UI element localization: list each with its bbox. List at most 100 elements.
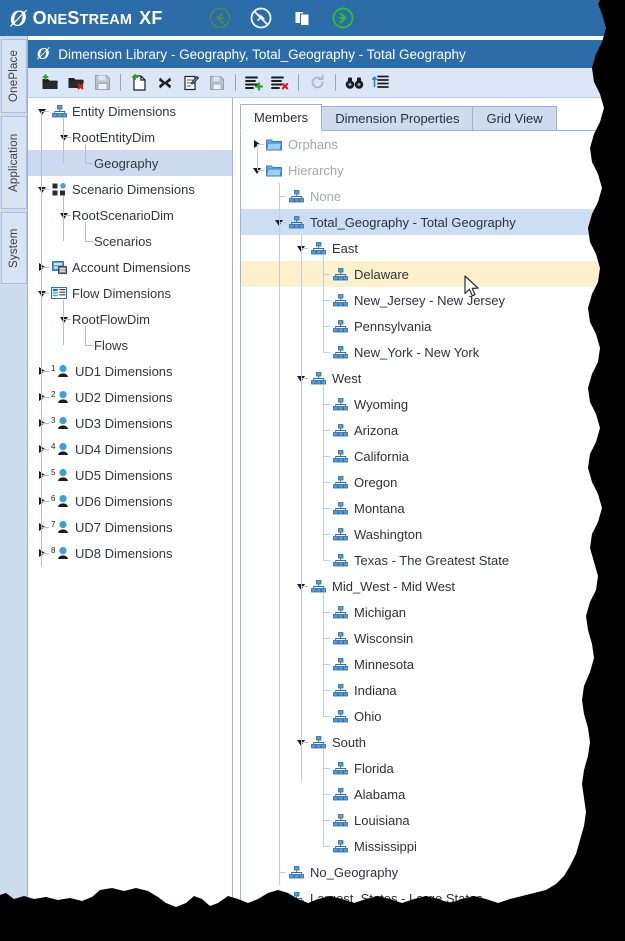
dimension-tree-item-account-dimensions[interactable]: Account Dimensions (28, 254, 232, 280)
dimension-tree-item-label: UD5 Dimensions (75, 467, 173, 483)
document-title-text: Dimension Library - Geography, Total_Geo… (58, 46, 466, 62)
dimension-tree-item-ud8-dimensions[interactable]: 8 UD8 Dimensions (28, 540, 232, 566)
tree-connector-line (85, 144, 86, 163)
member-tree-item-south[interactable]: South (241, 729, 618, 755)
copy-pages-icon[interactable] (291, 7, 313, 29)
dimension-tree-item-scenarios[interactable]: Scenarios (28, 228, 232, 254)
member-tree-item-ohio[interactable]: Ohio (241, 703, 618, 729)
dimension-tree-item-geography[interactable]: Geography (28, 150, 232, 176)
dimension-tree-item-label: Entity Dimensions (72, 103, 177, 119)
add-row-button[interactable] (241, 71, 267, 95)
member-tree-item-montana[interactable]: Montana (241, 495, 618, 521)
save-dimension-button[interactable] (89, 71, 115, 95)
dimension-tree-item-rootscenariodim[interactable]: RootScenarioDim (28, 202, 232, 228)
dimension-tree-item-ud4-dimensions[interactable]: 4 UD4 Dimensions (28, 436, 232, 462)
dimension-tree-item-ud5-dimensions[interactable]: 5 UD5 Dimensions (28, 462, 232, 488)
brand-s: S (67, 7, 80, 28)
member-tree-item-no-geography[interactable]: No_Geography (241, 859, 618, 885)
members-tree-panel[interactable]: Orphans Hierarchy None Total_Geography - To… (240, 130, 619, 940)
rail-tab-application[interactable]: Application (1, 116, 27, 209)
scroll-thumb[interactable] (605, 147, 617, 677)
member-icon (331, 526, 349, 542)
tab-dimension-properties[interactable]: Dimension Properties (321, 106, 474, 131)
tree-connector-line (85, 241, 93, 242)
tree-connector-line (323, 326, 330, 327)
mouse-pointer (464, 275, 479, 297)
member-tree-item-minnesota[interactable]: Minnesota (241, 651, 618, 677)
member-tree-item-total-geography-total-geography[interactable]: Total_Geography - Total Geography (241, 209, 618, 235)
document-logo-icon: Ø (37, 44, 50, 63)
member-tree-item-wisconsin[interactable]: Wisconsin (241, 625, 618, 651)
member-tree-item-largest-states-large-states[interactable]: Largest_States - Large States (241, 885, 618, 911)
dimension-tree-item-ud3-dimensions[interactable]: 3 UD3 Dimensions (28, 410, 232, 436)
scroll-up-arrow-icon[interactable] (604, 131, 618, 146)
ud-dim-icon: 3 (50, 415, 71, 431)
delete-row-button[interactable] (267, 71, 293, 95)
forward-arrow-icon[interactable] (332, 7, 354, 29)
tab-grid-view[interactable]: Grid View (472, 106, 557, 131)
member-tree-item-label: Oregon (354, 474, 398, 490)
member-tree-item-florida[interactable]: Florida (241, 755, 618, 781)
open-dimension-button[interactable] (37, 71, 63, 95)
tree-connector-line (279, 222, 286, 223)
dimension-library-tree[interactable]: Entity Dimensions RootEntityDim Geography S… (28, 98, 233, 941)
member-tree-item-label: Michigan (354, 604, 407, 620)
refresh-button[interactable] (304, 71, 330, 95)
member-tree-item-mississippi[interactable]: Mississippi (241, 833, 618, 859)
dimension-tree-item-flows[interactable]: Flows (28, 332, 232, 358)
member-icon (309, 240, 327, 256)
member-tree-item-pennsylvania[interactable]: Pennsylvania (241, 313, 618, 339)
dimension-tree-item-entity-dimensions[interactable]: Entity Dimensions (28, 98, 232, 124)
dimension-tree-item-scenario-dimensions[interactable]: Scenario Dimensions (28, 176, 232, 202)
save-member-button[interactable] (204, 71, 230, 95)
edit-member-button[interactable] (178, 71, 204, 95)
members-tree-rows: Orphans Hierarchy None Total_Geography - To… (241, 131, 618, 911)
dimension-tree-item-ud7-dimensions[interactable]: 7 UD7 Dimensions (28, 514, 232, 540)
member-tree-item-wyoming[interactable]: Wyoming (241, 391, 618, 417)
folder-icon (265, 162, 283, 178)
dimension-tree-item-ud1-dimensions[interactable]: 1 UD1 Dimensions (28, 358, 232, 384)
member-tree-item-michigan[interactable]: Michigan (241, 599, 618, 625)
tab-members[interactable]: Members (240, 104, 323, 131)
member-tree-item-mid-west-mid-west[interactable]: Mid_West - Mid West (241, 573, 618, 599)
member-tree-item-arizona[interactable]: Arizona (241, 417, 618, 443)
members-scrollbar[interactable] (603, 131, 618, 939)
dimension-tree-item-ud2-dimensions[interactable]: 2 UD2 Dimensions (28, 384, 232, 410)
member-tree-item-new-jersey-new-jersey[interactable]: New_Jersey - New Jersey (241, 287, 618, 313)
back-arrow-icon[interactable] (209, 7, 231, 29)
find-button[interactable] (341, 71, 367, 95)
dimension-tree-item-flow-dimensions[interactable]: Flow Dimensions (28, 280, 232, 306)
tree-connector-line (323, 612, 330, 613)
member-tree-item-new-york-new-york[interactable]: New_York - New York (241, 339, 618, 365)
member-icon (331, 630, 349, 646)
delete-dimension-button[interactable] (63, 71, 89, 95)
member-tree-item-indiana[interactable]: Indiana (241, 677, 618, 703)
member-tree-item-none[interactable]: None (241, 183, 618, 209)
member-tree-item-label: South (332, 734, 366, 750)
remove-member-button[interactable] (152, 71, 178, 95)
member-tree-item-orphans[interactable]: Orphans (241, 131, 618, 157)
member-tree-item-alabama[interactable]: Alabama (241, 781, 618, 807)
tree-connector-line (279, 183, 280, 885)
member-tree-item-texas-the-greatest-state[interactable]: Texas - The Greatest State (241, 547, 618, 573)
disconnect-icon[interactable] (250, 7, 272, 29)
dimension-tree-item-rootentitydim[interactable]: RootEntityDim (28, 124, 232, 150)
dimension-tree-item-ud6-dimensions[interactable]: 6 UD6 Dimensions (28, 488, 232, 514)
member-tree-item-delaware[interactable]: Delaware (241, 261, 618, 287)
member-tree-item-west[interactable]: West (241, 365, 618, 391)
dimension-tree-item-label: UD7 Dimensions (75, 519, 173, 535)
rail-tab-oneplace[interactable]: OnePlace (1, 39, 27, 113)
member-tree-item-label: No_Geography (310, 864, 399, 880)
member-tree-item-washington[interactable]: Washington (241, 521, 618, 547)
member-tree-item-east[interactable]: East (241, 235, 618, 261)
member-tree-item-louisiana[interactable]: Louisiana (241, 807, 618, 833)
member-tree-item-hierarchy[interactable]: Hierarchy (241, 157, 618, 183)
dimension-tree-item-rootflowdim[interactable]: RootFlowDim (28, 306, 232, 332)
new-member-button[interactable] (126, 71, 152, 95)
rail-tab-system[interactable]: System (1, 212, 27, 284)
member-tree-item-oregon[interactable]: Oregon (241, 469, 618, 495)
detail-tabstrip: Members Dimension Properties Grid View (240, 104, 557, 131)
expand-list-button[interactable] (367, 71, 393, 95)
member-tree-item-california[interactable]: California (241, 443, 618, 469)
scroll-down-arrow-icon[interactable] (604, 924, 618, 939)
